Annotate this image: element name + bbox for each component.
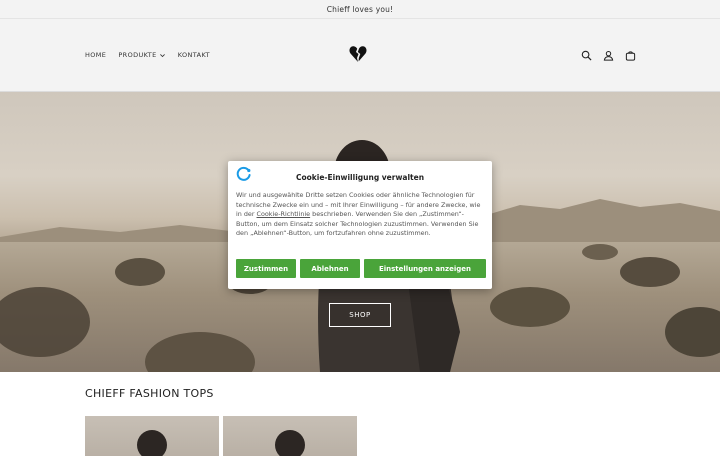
show-settings-button[interactable]: Einstellungen anzeigen xyxy=(364,259,486,278)
cookie-consent-dialog: Cookie-Einwilligung verwalten Wir und au… xyxy=(228,161,492,289)
section-title: CHIEFF FASHION TOPS xyxy=(85,387,214,400)
search-icon[interactable] xyxy=(579,48,593,62)
product-image xyxy=(137,430,167,456)
nav-item-produkte[interactable]: PRODUKTE xyxy=(118,51,165,59)
logo-broken-heart-icon[interactable] xyxy=(348,44,368,64)
cart-icon[interactable] xyxy=(623,48,637,62)
account-icon[interactable] xyxy=(601,48,615,62)
cookie-dialog-buttons: Zustimmen Ablehnen Einstellungen anzeige… xyxy=(236,259,486,278)
shop-button[interactable]: SHOP xyxy=(329,303,391,327)
site-header: HOME PRODUKTE KONTAKT xyxy=(0,19,720,92)
cookie-dialog-text: Wir und ausgewählte Dritte setzen Cookie… xyxy=(236,191,484,239)
cookie-policy-link[interactable]: Cookie-Richtlinie xyxy=(257,210,311,218)
nav-item-home[interactable]: HOME xyxy=(85,51,106,59)
main-nav: HOME PRODUKTE KONTAKT xyxy=(85,51,210,59)
accept-button[interactable]: Zustimmen xyxy=(236,259,296,278)
announcement-bar: Chieff loves you! xyxy=(0,0,720,19)
nav-item-kontakt[interactable]: KONTAKT xyxy=(178,51,210,59)
nav-item-label: KONTAKT xyxy=(177,51,211,59)
nav-item-label: PRODUKTE xyxy=(118,51,157,59)
header-icons xyxy=(579,48,637,62)
nav-item-label: HOME xyxy=(85,51,107,59)
product-image xyxy=(275,430,305,456)
chevron-down-icon xyxy=(159,53,165,57)
announcement-text: Chieff loves you! xyxy=(326,4,394,14)
product-card[interactable] xyxy=(223,416,357,456)
shop-button-label: SHOP xyxy=(349,311,371,319)
reject-button[interactable]: Ablehnen xyxy=(300,259,360,278)
product-card[interactable] xyxy=(85,416,219,456)
cookie-dialog-title: Cookie-Einwilligung verwalten xyxy=(295,173,425,182)
